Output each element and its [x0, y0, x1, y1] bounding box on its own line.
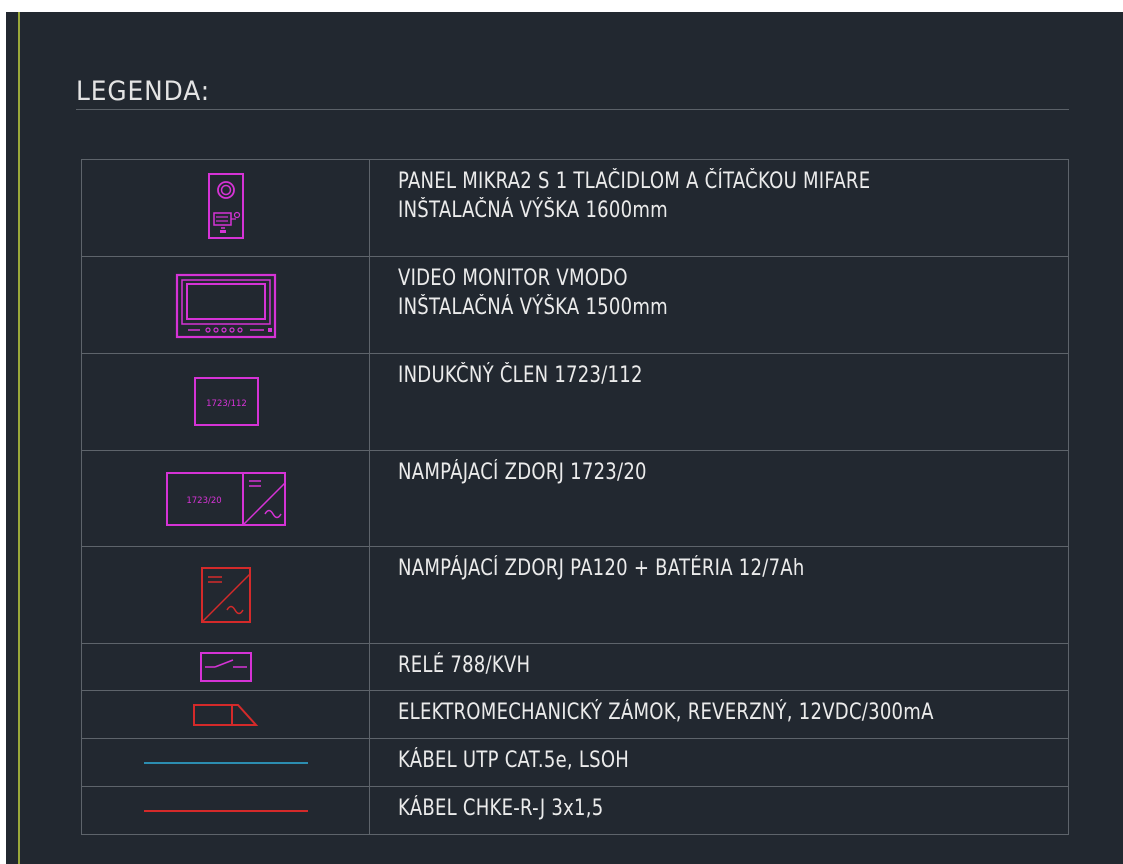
description-text: VIDEO MONITOR VMODO	[398, 266, 628, 291]
description-cell: KÁBEL CHKE-R-J 3x1,5	[369, 786, 1069, 835]
symbol-cell	[81, 738, 370, 787]
symbol-cell	[81, 786, 370, 835]
symbol-cell: 1723/20	[81, 450, 370, 547]
symbol-cell	[81, 256, 370, 354]
description-cell: PANEL MIKRA2 S 1 TLAČIDLOM A ČÍTAČKOU MI…	[369, 159, 1069, 257]
symbol-cell	[81, 643, 370, 691]
utp-cable-line-icon	[143, 761, 308, 764]
description-cell: ELEKTROMECHANICKÝ ZÁMOK, REVERZNÝ, 12VDC…	[369, 690, 1069, 739]
description-text: NAMPÁJACÍ ZDORJ 1723/20	[398, 460, 647, 485]
induction-loop-icon: 1723/112	[193, 377, 259, 426]
description-text: NAMPÁJACÍ ZDORJ PA120 + BATÉRIA 12/7Ah	[398, 556, 805, 581]
description-cell: KÁBEL UTP CAT.5e, LSOH	[369, 738, 1069, 787]
description-cell: VIDEO MONITOR VMODO INŠTALAČNÁ VÝŠKA 150…	[369, 256, 1069, 354]
description-cell: NAMPÁJACÍ ZDORJ 1723/20	[369, 450, 1069, 547]
door-panel-icon	[207, 173, 244, 239]
legend-title: LEGENDA:	[76, 76, 211, 107]
induction-loop-label: 1723/112	[206, 399, 247, 409]
symbol-cell	[81, 690, 370, 739]
chke-cable-line-icon	[143, 809, 308, 812]
legend-row: KÁBEL UTP CAT.5e, LSOH	[81, 738, 1069, 787]
legend-row: ELEKTROMECHANICKÝ ZÁMOK, REVERZNÝ, 12VDC…	[81, 690, 1069, 739]
description-text: PANEL MIKRA2 S 1 TLAČIDLOM A ČÍTAČKOU MI…	[398, 169, 871, 194]
symbol-cell	[81, 159, 370, 257]
description-cell: NAMPÁJACÍ ZDORJ PA120 + BATÉRIA 12/7Ah	[369, 546, 1069, 644]
legend-row: PANEL MIKRA2 S 1 TLAČIDLOM A ČÍTAČKOU MI…	[81, 159, 1069, 257]
description-text: INŠTALAČNÁ VÝŠKA 1600mm	[398, 198, 668, 223]
legend-row: NAMPÁJACÍ ZDORJ PA120 + BATÉRIA 12/7Ah	[81, 546, 1069, 644]
description-text: ELEKTROMECHANICKÝ ZÁMOK, REVERZNÝ, 12VDC…	[398, 700, 934, 725]
title-underline	[76, 109, 1069, 110]
electromechanical-lock-icon	[192, 703, 258, 726]
description-text: KÁBEL CHKE-R-J 3x1,5	[398, 796, 604, 821]
power-supply-icon: 1723/20	[165, 471, 286, 526]
legend-table: PANEL MIKRA2 S 1 TLAČIDLOM A ČÍTAČKOU MI…	[81, 159, 1069, 835]
description-text: RELÉ 788/KVH	[398, 653, 531, 678]
legend-row: RELÉ 788/KVH	[81, 643, 1069, 691]
legend-row: KÁBEL CHKE-R-J 3x1,5	[81, 786, 1069, 835]
relay-icon	[199, 652, 252, 682]
legend-row: 1723/112 INDUKČNÝ ČLEN 1723/112	[81, 353, 1069, 451]
description-cell: RELÉ 788/KVH	[369, 643, 1069, 691]
legend-row: VIDEO MONITOR VMODO INŠTALAČNÁ VÝŠKA 150…	[81, 256, 1069, 354]
drawing-canvas: LEGENDA: PANEL MIKRA2 S 1 TLAČIDLOM A ČÍ…	[6, 12, 1123, 864]
video-monitor-icon	[175, 273, 276, 339]
description-text: INŠTALAČNÁ VÝŠKA 1500mm	[398, 295, 668, 320]
description-text: INDUKČNÝ ČLEN 1723/112	[398, 363, 643, 388]
description-cell: INDUKČNÝ ČLEN 1723/112	[369, 353, 1069, 451]
symbol-cell: 1723/112	[81, 353, 370, 451]
power-supply-label: 1723/20	[186, 496, 221, 506]
symbol-cell	[81, 546, 370, 644]
power-supply-battery-icon	[200, 567, 251, 623]
description-text: KÁBEL UTP CAT.5e, LSOH	[398, 748, 630, 773]
frame-border-line	[18, 12, 20, 864]
legend-row: 1723/20 NAMPÁJACÍ ZDORJ 1723/20	[81, 450, 1069, 547]
